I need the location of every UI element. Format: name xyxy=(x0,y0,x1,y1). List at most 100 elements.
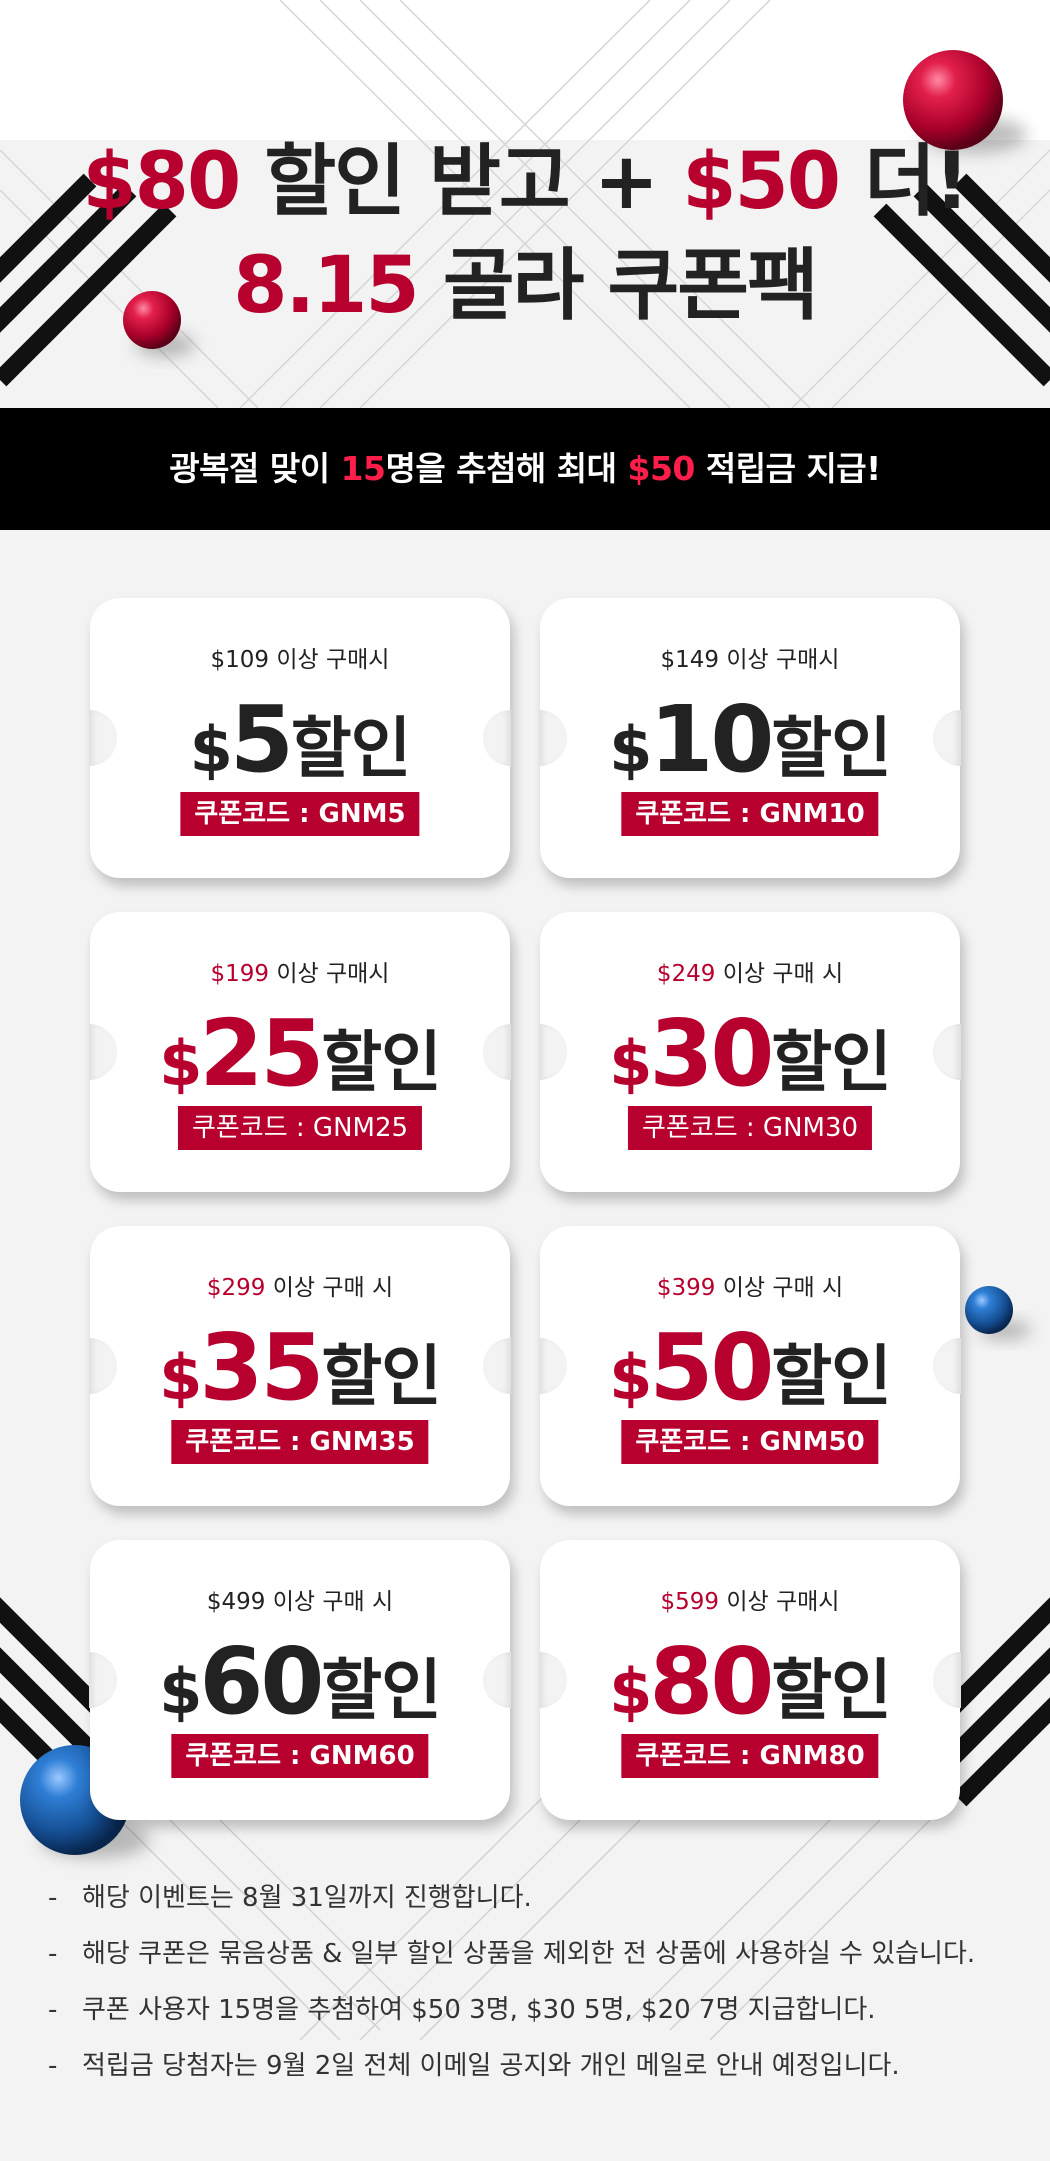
event-notes: - 해당 이벤트는 8월 31일까지 진행합니다. - 해당 쿠폰은 묶음상품 & … xyxy=(48,1870,1028,2094)
coupon-card-gnm80[interactable]: $599 이상 구매시 $80할인 쿠폰코드 : GNM80 xyxy=(539,1540,961,1820)
coupon-min-amount: $109 xyxy=(210,647,270,673)
coupon-card-gnm25[interactable]: $199 이상 구매시 $25할인 쿠폰코드 : GNM25 xyxy=(89,912,511,1192)
note-text: 적립금 당첨자는 9월 2일 전체 이메일 공지와 개인 메일로 안내 예정입니… xyxy=(82,2051,900,2081)
coupon-min-suffix: 이상 구매시 xyxy=(726,647,840,673)
coupon-currency: $ xyxy=(189,713,233,786)
coupon-condition: $599 이상 구매시 xyxy=(540,1582,960,1616)
promo-banner: 광복절 맞이 15명을 추첨해 최대 $50 적립금 지급! xyxy=(0,408,1050,530)
coupon-discount-value: 25 xyxy=(199,1000,324,1107)
coupon-discount-value: 10 xyxy=(649,686,774,793)
coupon-currency: $ xyxy=(609,713,652,786)
headline-line-1: $80 할인 받고 + $50 더! xyxy=(0,130,1050,234)
coupon-discount: $30할인 xyxy=(540,1004,960,1104)
coupon-code[interactable]: 쿠폰코드 : GNM30 xyxy=(627,1106,873,1150)
coupon-condition: $399 이상 구매 시 xyxy=(540,1268,960,1302)
coupon-card-gnm35[interactable]: $299 이상 구매 시 $35할인 쿠폰코드 : GNM35 xyxy=(89,1226,511,1506)
coupon-discount: $25할인 xyxy=(90,1004,510,1104)
coupon-card-gnm5[interactable]: $109 이상 구매시 $5할인 쿠폰코드 : GNM5 xyxy=(89,598,511,878)
coupon-min-suffix: 이상 구매 시 xyxy=(272,1275,394,1301)
coupon-code[interactable]: 쿠폰코드 : GNM25 xyxy=(177,1106,423,1150)
coupon-min-suffix: 이상 구매시 xyxy=(726,1589,840,1615)
coupon-discount-unit: 할인 xyxy=(771,1338,891,1415)
coupon-currency: $ xyxy=(609,1341,652,1414)
coupon-min-amount: $199 xyxy=(210,961,270,987)
headline-amount-50: $50 xyxy=(682,137,841,227)
coupon-discount-value: 30 xyxy=(649,1000,774,1107)
coupon-code[interactable]: 쿠폰코드 : GNM10 xyxy=(621,792,879,836)
headline-text-1: 할인 받고 + xyxy=(264,137,659,227)
note-bullet: - xyxy=(48,2051,58,2081)
note-text: 쿠폰 사용자 15명을 추첨하여 $50 3명, $30 5명, $20 7명 … xyxy=(82,1995,876,2025)
banner-amount: $50 xyxy=(627,449,696,488)
coupon-currency: $ xyxy=(609,1027,652,1100)
coupon-code[interactable]: 쿠폰코드 : GNM50 xyxy=(621,1420,879,1464)
banner-count: 15 xyxy=(340,449,386,488)
headline-line-2: 8.15 골라 쿠폰팩 xyxy=(0,234,1050,338)
coupon-min-amount: $399 xyxy=(656,1275,716,1301)
banner-text-post: 적립금 지급! xyxy=(694,449,881,488)
coupon-code[interactable]: 쿠폰코드 : GNM35 xyxy=(171,1420,429,1464)
coupon-min-amount: $599 xyxy=(660,1589,720,1615)
coupon-min-suffix: 이상 구매시 xyxy=(276,647,390,673)
coupon-discount-unit: 할인 xyxy=(321,1024,441,1101)
coupon-condition: $109 이상 구매시 xyxy=(90,640,510,674)
coupon-discount-value: 50 xyxy=(649,1314,774,1421)
coupon-condition: $149 이상 구매시 xyxy=(540,640,960,674)
coupon-discount-unit: 할인 xyxy=(771,1652,891,1729)
coupon-discount: $60할인 xyxy=(90,1632,510,1732)
coupon-min-suffix: 이상 구매 시 xyxy=(272,1589,394,1615)
blue-ball-small xyxy=(965,1286,1031,1340)
coupon-card-gnm60[interactable]: $499 이상 구매 시 $60할인 쿠폰코드 : GNM60 xyxy=(89,1540,511,1820)
coupon-discount-unit: 할인 xyxy=(771,1024,891,1101)
headline-subtitle: 골라 쿠폰팩 xyxy=(442,241,819,331)
coupon-discount: $10할인 xyxy=(540,690,960,790)
coupon-condition: $499 이상 구매 시 xyxy=(90,1582,510,1616)
coupon-currency: $ xyxy=(159,1655,202,1728)
note-item: - 해당 이벤트는 8월 31일까지 진행합니다. xyxy=(48,1870,1028,1926)
coupon-min-suffix: 이상 구매 시 xyxy=(722,1275,844,1301)
headline-text-2: 더! xyxy=(864,137,969,227)
coupon-min-suffix: 이상 구매시 xyxy=(276,961,390,987)
note-text: 해당 쿠폰은 묶음상품 & 일부 할인 상품을 제외한 전 상품에 사용하실 수… xyxy=(82,1939,976,1969)
coupon-card-gnm30[interactable]: $249 이상 구매 시 $30할인 쿠폰코드 : GNM30 xyxy=(539,912,961,1192)
coupon-code[interactable]: 쿠폰코드 : GNM80 xyxy=(621,1734,879,1778)
coupon-discount-value: 5 xyxy=(229,686,294,793)
note-item: - 쿠폰 사용자 15명을 추첨하여 $50 3명, $30 5명, $20 7명… xyxy=(48,1982,1028,2038)
coupon-discount-value: 80 xyxy=(649,1628,774,1735)
note-bullet: - xyxy=(48,1939,58,1969)
coupon-discount: $5할인 xyxy=(90,690,510,790)
headline-amount-80: $80 xyxy=(82,137,241,227)
coupon-min-amount: $499 xyxy=(206,1589,266,1615)
coupon-currency: $ xyxy=(609,1655,652,1728)
banner-text-pre: 광복절 맞이 xyxy=(169,449,341,488)
coupon-code[interactable]: 쿠폰코드 : GNM60 xyxy=(171,1734,429,1778)
note-bullet: - xyxy=(48,1883,58,1913)
coupon-min-amount: $249 xyxy=(656,961,716,987)
coupon-min-amount: $299 xyxy=(206,1275,266,1301)
top-background xyxy=(0,0,1050,140)
note-item: - 적립금 당첨자는 9월 2일 전체 이메일 공지와 개인 메일로 안내 예정입… xyxy=(48,2038,1028,2094)
coupon-discount-unit: 할인 xyxy=(290,710,411,787)
coupon-code[interactable]: 쿠폰코드 : GNM5 xyxy=(180,792,420,836)
banner-text-mid: 명을 추첨해 최대 xyxy=(385,449,628,488)
coupon-discount-unit: 할인 xyxy=(771,710,891,787)
coupon-condition: $249 이상 구매 시 xyxy=(540,954,960,988)
coupon-discount: $50할인 xyxy=(540,1318,960,1418)
coupon-discount-value: 60 xyxy=(199,1628,324,1735)
note-text: 해당 이벤트는 8월 31일까지 진행합니다. xyxy=(82,1883,532,1913)
coupon-card-gnm50[interactable]: $399 이상 구매 시 $50할인 쿠폰코드 : GNM50 xyxy=(539,1226,961,1506)
coupon-condition: $199 이상 구매시 xyxy=(90,954,510,988)
coupon-discount-unit: 할인 xyxy=(321,1652,441,1729)
coupon-card-gnm10[interactable]: $149 이상 구매시 $10할인 쿠폰코드 : GNM10 xyxy=(539,598,961,878)
coupon-discount-value: 35 xyxy=(199,1314,324,1421)
coupon-currency: $ xyxy=(159,1341,202,1414)
note-bullet: - xyxy=(48,1995,58,2025)
coupon-discount-unit: 할인 xyxy=(321,1338,441,1415)
note-item: - 해당 쿠폰은 묶음상품 & 일부 할인 상품을 제외한 전 상품에 사용하실 … xyxy=(48,1926,1028,1982)
coupon-discount: $35할인 xyxy=(90,1318,510,1418)
coupon-discount: $80할인 xyxy=(540,1632,960,1732)
coupon-condition: $299 이상 구매 시 xyxy=(90,1268,510,1302)
page-headline: $80 할인 받고 + $50 더! 8.15 골라 쿠폰팩 xyxy=(0,130,1050,338)
coupon-currency: $ xyxy=(159,1027,202,1100)
coupon-min-suffix: 이상 구매 시 xyxy=(722,961,844,987)
